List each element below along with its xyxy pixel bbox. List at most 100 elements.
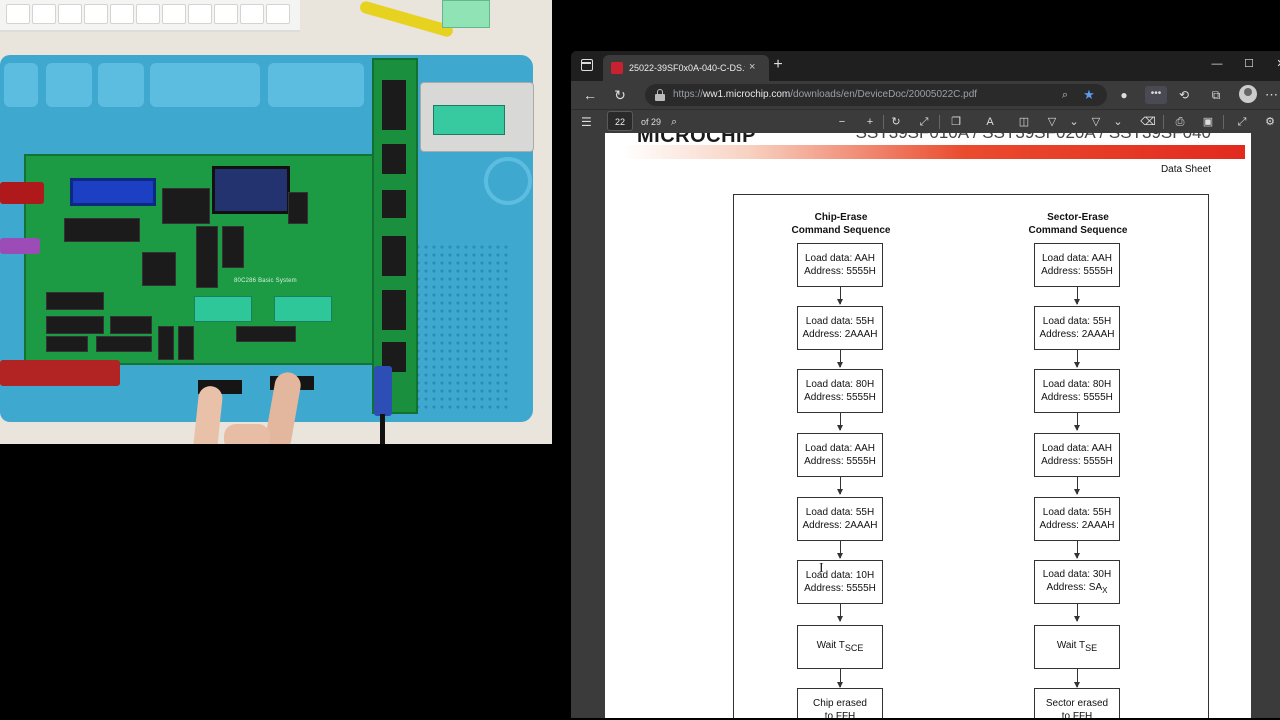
pdf-viewer[interactable]: MICROCHIP SST39SF010A / SST39SF020A / SS… xyxy=(571,133,1280,718)
step-data-line: Load data: AAH xyxy=(1041,253,1113,264)
search-icon[interactable]: ⌕ xyxy=(671,114,677,130)
vga-cable xyxy=(380,414,385,444)
immersive-reader-icon[interactable]: ◫ xyxy=(1015,113,1033,131)
expansion-riser xyxy=(372,58,418,414)
lock-icon[interactable] xyxy=(655,89,665,101)
step-address-line: Address: 5555H xyxy=(1041,266,1113,277)
chip-erase-wait-box: Wait TSCE xyxy=(797,625,883,669)
chip-erase-flow-arrow xyxy=(837,477,843,495)
keyboard xyxy=(0,0,300,32)
screwdriver xyxy=(358,0,455,38)
step-address-line: Address: SAX xyxy=(1046,581,1108,595)
camera-view: 80C286 Basic System xyxy=(0,0,552,444)
sector-erase-flow-arrow xyxy=(1074,413,1080,431)
minimize-button[interactable]: — xyxy=(1207,56,1227,72)
settings-gear-icon[interactable]: ⚙ xyxy=(1261,113,1279,131)
page-count: of 29 xyxy=(641,117,662,127)
sector-erase-step-box: Load data: 80H Address: 5555H xyxy=(1034,369,1120,413)
chip-erase-flow-arrow xyxy=(837,541,843,559)
new-tab-button[interactable]: + xyxy=(769,56,787,74)
ps2-connector xyxy=(0,238,40,254)
zoom-icon[interactable]: ⌕ xyxy=(1057,87,1073,103)
url-text[interactable]: https://ww1.microchip.com/downloads/en/D… xyxy=(673,88,1043,102)
document-header: SST39SF010A / SST39SF020A / SST39SF040 xyxy=(855,133,1211,143)
brand-logo: MICROCHIP xyxy=(637,133,756,147)
zoom-out-icon[interactable]: − xyxy=(833,113,851,131)
text-cursor-icon: I xyxy=(819,561,824,576)
step-address-line: Address: 5555H xyxy=(804,583,876,594)
vga-connector xyxy=(374,366,392,416)
step-data-line: Load data: AAH xyxy=(1041,443,1113,454)
browser-window: 25022-39SF0x0A-040-C-DS.fm × + — ☐ ✕ ← ↻… xyxy=(571,51,1280,718)
sector-erase-flow-arrow xyxy=(1074,604,1080,622)
step-address-line: Address: 5555H xyxy=(804,456,876,467)
favorite-star-icon[interactable]: ★ xyxy=(1081,86,1097,104)
step-data-line: Load data: 80H xyxy=(1042,379,1112,390)
step-data-line: Load data: 55H xyxy=(1042,507,1112,518)
sector-erase-title: Sector-Erase Command Sequence xyxy=(1028,212,1128,236)
extension-menu-icon[interactable]: ••• xyxy=(1145,86,1167,104)
step-address-line: Address: 2AAAH xyxy=(1039,520,1115,531)
print-icon[interactable]: ⎙ xyxy=(1171,113,1189,131)
step-data-line: Load data: 55H xyxy=(805,316,875,327)
fit-page-icon[interactable]: ⤢ xyxy=(915,113,933,131)
page-number-input[interactable]: 22 xyxy=(607,111,633,131)
back-arrow-icon[interactable]: ← xyxy=(581,86,599,104)
collections-icon[interactable]: ⧉ xyxy=(1207,86,1225,104)
highlight-dropdown-icon[interactable]: ⌄ xyxy=(1065,113,1083,131)
step-address-line: Address: 5555H xyxy=(1041,392,1113,403)
sector-erase-step-box: Load data: 55H Address: 2AAAH xyxy=(1034,497,1120,541)
chip-erase-flow-arrow xyxy=(837,669,843,688)
chip-erase-flow-arrow xyxy=(837,604,843,622)
usb-serial-board xyxy=(0,360,120,386)
browser-toolbar: ← ↻ https://ww1.microchip.com/downloads/… xyxy=(571,81,1280,109)
save-icon[interactable]: ▣ xyxy=(1199,113,1217,131)
read-aloud-icon[interactable]: A xyxy=(981,113,999,131)
fullscreen-icon[interactable]: ⤢ xyxy=(1233,113,1251,131)
power-connector xyxy=(0,182,44,204)
chip-erase-flow-arrow xyxy=(837,350,843,368)
close-window-button[interactable]: ✕ xyxy=(1271,56,1280,72)
zoom-in-icon[interactable]: + xyxy=(861,113,879,131)
refresh-icon[interactable]: ↻ xyxy=(611,86,629,104)
sector-erase-step-box: Load data: AAH Address: 5555H xyxy=(1034,243,1120,287)
chip-erase-step-box: Load data: AAH Address: 5555H xyxy=(797,243,883,287)
profile-avatar-icon[interactable] xyxy=(1239,85,1257,103)
sector-erase-step-box: Load data: AAH Address: 5555H xyxy=(1034,433,1120,477)
eraser-icon[interactable]: ⌫ xyxy=(1139,113,1157,131)
draw-icon[interactable]: ▽ xyxy=(1087,113,1105,131)
board-silkscreen: 80C286 Basic System xyxy=(234,278,297,284)
sector-erase-end-box: Sector erased to FFH xyxy=(1034,688,1120,718)
step-data-line: Load data: 10H xyxy=(805,570,875,581)
sector-erase-flow-arrow xyxy=(1074,287,1080,305)
sector-erase-flow-arrow xyxy=(1074,669,1080,688)
sector-erase-step-box: Load data: 55H Address: 2AAAH xyxy=(1034,306,1120,350)
address-bar[interactable]: https://ww1.microchip.com/downloads/en/D… xyxy=(645,84,1107,106)
data-sheet-label: Data Sheet xyxy=(1160,164,1211,175)
step-data-line: Load data: AAH xyxy=(804,443,876,454)
sector-erase-wait-box: Wait TSE xyxy=(1034,625,1120,669)
copilot-icon[interactable]: ⟲ xyxy=(1175,86,1193,104)
chip-erase-step-box: Load data: 80H Address: 5555H xyxy=(797,369,883,413)
sector-erase-step-box: Load data: 30H Address: SAX xyxy=(1034,560,1120,604)
extension-icon[interactable]: ● xyxy=(1115,86,1133,104)
chip-erase-step-box: Load data: 55H Address: 2AAAH xyxy=(797,497,883,541)
highlight-icon[interactable]: ▽ xyxy=(1043,113,1061,131)
component-box xyxy=(442,0,490,28)
tab-actions-icon[interactable] xyxy=(581,59,593,71)
mainboard-pcb: 80C286 Basic System xyxy=(24,154,382,365)
rotate-icon[interactable]: ↻ xyxy=(887,113,905,131)
more-menu-icon[interactable]: ⋯ xyxy=(1265,86,1278,104)
page-view-icon[interactable]: ❐ xyxy=(947,113,965,131)
step-data-line: Load data: 55H xyxy=(1042,316,1112,327)
draw-dropdown-icon[interactable]: ⌄ xyxy=(1109,113,1127,131)
maximize-button[interactable]: ☐ xyxy=(1239,56,1259,72)
tab-close-icon[interactable]: × xyxy=(749,60,755,74)
chip-erase-step-box: Load data: 55H Address: 2AAAH xyxy=(797,306,883,350)
tab-strip: 25022-39SF0x0A-040-C-DS.fm × + — ☐ ✕ xyxy=(571,51,1280,81)
tab-pdf-document[interactable]: 25022-39SF0x0A-040-C-DS.fm × xyxy=(603,55,769,81)
step-address-line: Address: 2AAAH xyxy=(802,329,878,340)
step-data-line: Load data: AAH xyxy=(804,253,876,264)
table-of-contents-icon[interactable]: ☰ xyxy=(581,114,592,130)
graphic-lcd xyxy=(212,166,290,214)
